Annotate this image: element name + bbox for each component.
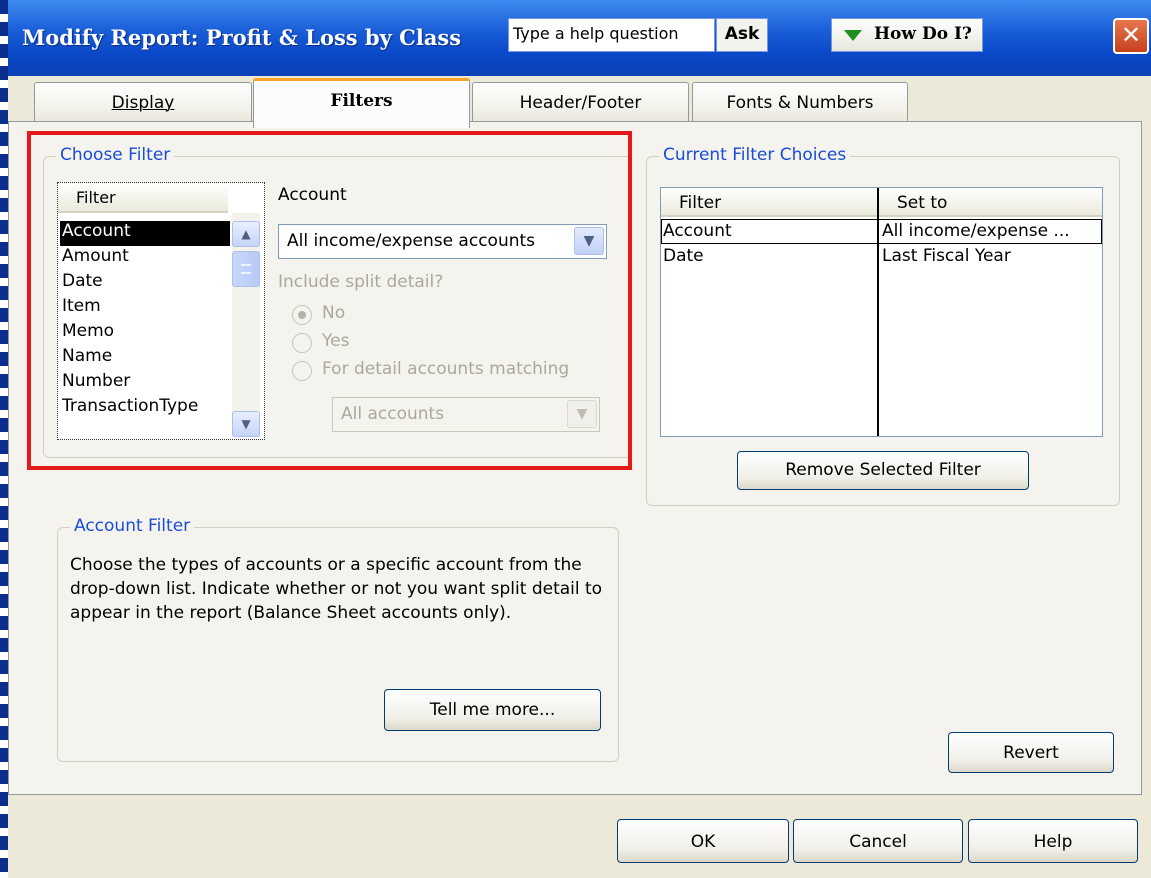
title-bar: Modify Report: Profit & Loss by Class Ty…	[8, 0, 1151, 76]
revert-button[interactable]: Revert	[948, 732, 1114, 773]
radio-selected-dot	[298, 311, 306, 319]
list-item[interactable]: Amount	[60, 246, 230, 271]
matching-dropdown-value: All accounts	[341, 404, 445, 424]
tab-label: Fonts & Numbers	[726, 93, 874, 113]
account-label: Account	[278, 185, 347, 205]
radio-yes-label: Yes	[322, 331, 350, 351]
help-button[interactable]: Help	[968, 819, 1138, 863]
current-filter-legend: Current Filter Choices	[659, 145, 851, 165]
filter-list-header: Filter	[58, 183, 228, 213]
remove-selected-filter-button[interactable]: Remove Selected Filter	[737, 451, 1029, 490]
triangle-down-icon	[844, 30, 862, 41]
chevron-down-icon: ▼	[567, 400, 597, 428]
scroll-up-icon[interactable]: ▲	[232, 221, 260, 247]
how-do-i-label: How Do I?	[874, 24, 972, 44]
account-filter-legend: Account Filter	[70, 516, 195, 536]
split-detail-label: Include split detail?	[278, 272, 444, 292]
tab-header-footer[interactable]: Header/Footer	[472, 82, 689, 126]
tab-fonts-numbers[interactable]: Fonts & Numbers	[692, 82, 908, 126]
tab-label: Filters	[330, 91, 393, 111]
list-item[interactable]: Number	[60, 371, 230, 396]
filter-list[interactable]: Filter Account Amount Date Item Memo Nam…	[57, 182, 265, 440]
tab-display[interactable]: Display	[34, 82, 252, 126]
window-left-edge	[0, 0, 8, 878]
table-cell[interactable]: Date	[661, 246, 704, 266]
radio-matching[interactable]	[292, 361, 312, 381]
list-item[interactable]: Memo	[60, 321, 230, 346]
filter-list-scrollbar[interactable]: ▲ ▼	[232, 213, 260, 437]
close-button[interactable]: ✕	[1113, 18, 1149, 54]
close-icon: ✕	[1120, 21, 1142, 49]
table-cell[interactable]: All income/expense ...	[880, 221, 1070, 241]
account-filter-description: Choose the types of accounts or a specif…	[70, 555, 603, 623]
column-header-set-to: Set to	[879, 188, 1102, 217]
tab-label: Display	[111, 93, 175, 113]
window-title: Modify Report: Profit & Loss by Class	[22, 25, 462, 50]
how-do-i-button[interactable]: How Do I?	[831, 18, 983, 52]
account-dropdown[interactable]: All income/expense accounts ▼	[278, 224, 607, 259]
list-item[interactable]: Item	[60, 296, 230, 321]
radio-yes[interactable]	[292, 333, 312, 353]
tab-filters[interactable]: Filters	[253, 78, 470, 128]
tab-label: Header/Footer	[519, 93, 642, 113]
list-item[interactable]: TransactionType	[60, 396, 230, 421]
matching-accounts-dropdown[interactable]: All accounts ▼	[332, 397, 600, 432]
scroll-thumb[interactable]	[232, 251, 260, 287]
current-filter-grid[interactable]: Filter Set to Account All income/expense…	[660, 187, 1103, 437]
column-header-filter: Filter	[661, 188, 877, 217]
list-item[interactable]: Name	[60, 346, 230, 371]
radio-matching-label: For detail accounts matching	[322, 359, 570, 379]
grip-icon	[241, 264, 251, 274]
ask-button[interactable]: Ask	[716, 18, 768, 52]
table-cell[interactable]: Account	[661, 221, 732, 241]
help-question-input[interactable]: Type a help question	[508, 18, 715, 52]
scroll-down-icon[interactable]: ▼	[232, 411, 260, 437]
account-dropdown-value: All income/expense accounts	[287, 231, 536, 251]
list-item[interactable]: Date	[60, 271, 230, 296]
table-cell[interactable]: Last Fiscal Year	[880, 246, 1011, 266]
choose-filter-legend: Choose Filter	[56, 145, 175, 165]
ok-button[interactable]: OK	[617, 819, 789, 863]
tell-me-more-button[interactable]: Tell me more...	[384, 689, 601, 731]
cancel-button[interactable]: Cancel	[793, 819, 963, 863]
radio-no[interactable]	[292, 305, 312, 325]
radio-no-label: No	[322, 303, 346, 323]
chevron-down-icon: ▼	[574, 227, 604, 255]
list-item[interactable]: Account	[60, 221, 230, 246]
